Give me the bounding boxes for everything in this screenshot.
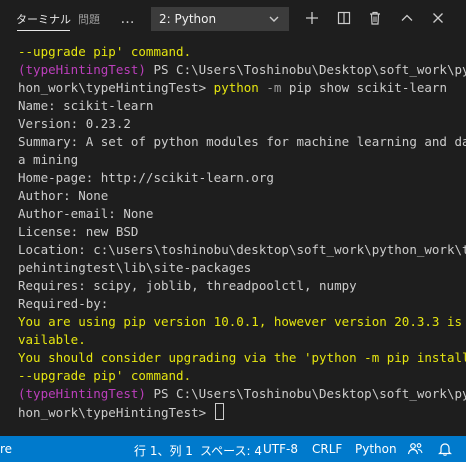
split-icon[interactable] [336, 10, 352, 26]
status-bar: re 行 1、列 1 スペース: 4 UTF-8 CRLF Python [0, 436, 466, 462]
tab-problems[interactable]: 問題 [72, 0, 106, 37]
terminal-text: --upgrade pip' command. [18, 368, 192, 383]
terminal-text: --upgrade pip' command. [18, 44, 192, 59]
terminal-text: hon_work\typeHintingTest> [18, 405, 214, 420]
tab-problems-label: 問題 [78, 12, 100, 26]
terminal-line: hon_work\typeHintingTest> [18, 403, 466, 421]
terminal-line: Author-email: None [18, 205, 466, 223]
terminal-line: pehintingtest\lib\site-packages [18, 259, 466, 277]
feedback-icon[interactable] [407, 441, 423, 457]
terminal-text: You should consider upgrading via the 'p… [18, 350, 466, 365]
terminal-line: Requires: scipy, joblib, threadpoolctl, … [18, 277, 466, 295]
chevron-down-icon [269, 16, 279, 22]
terminal-select-value: 2: Python [159, 12, 217, 26]
terminal-text: python [213, 80, 259, 95]
terminal-text: License: new BSD [18, 224, 139, 239]
terminal-text: Requires: scipy, joblib, threadpoolctl, … [18, 278, 357, 293]
chevron-up-icon[interactable] [399, 10, 415, 26]
terminal-line: --upgrade pip' command. [18, 43, 466, 61]
terminal-text: vailable. [18, 332, 86, 347]
terminal-line: Version: 0.23.2 [18, 115, 466, 133]
terminal-line: License: new BSD [18, 223, 466, 241]
terminal-text: Author: None [18, 188, 109, 203]
terminal-text: a mining [18, 152, 79, 167]
terminal-line: Author: None [18, 187, 466, 205]
status-encoding[interactable]: UTF-8 [263, 442, 298, 456]
terminal-text: (typeHintingTest) [18, 386, 146, 401]
terminal-text: pehintingtest\lib\site-packages [18, 260, 252, 275]
bell-icon[interactable] [437, 441, 453, 457]
terminal-output[interactable]: --upgrade pip' command. (typeHintingTest)… [0, 37, 466, 436]
terminal-line: (typeHintingTest) PS C:\Users\Toshinobu\… [18, 385, 466, 403]
status-eol[interactable]: CRLF [312, 442, 342, 456]
close-icon[interactable] [430, 10, 446, 26]
panel-header: ターミナル 問題 … 2: Python [0, 0, 466, 37]
status-cursor-position[interactable]: 行 1、列 1 [134, 442, 193, 459]
terminal-text: pip show scikit-learn [281, 80, 447, 95]
terminal-text: Version: 0.23.2 [18, 116, 131, 131]
terminal-text: Author-email: None [18, 206, 154, 221]
tab-terminal-label: ターミナル [16, 12, 71, 26]
terminal-line: Summary: A set of python modules for mac… [18, 133, 466, 151]
more-actions-button[interactable]: … [111, 0, 145, 37]
terminal-line: (typeHintingTest) PS C:\Users\Toshinobu\… [18, 61, 466, 79]
terminal-text: Name: scikit-learn [18, 98, 154, 113]
trash-icon[interactable] [367, 10, 383, 26]
terminal-text: Location: c:\users\toshinobu\desktop\sof… [18, 242, 466, 257]
terminal-text: You are using pip version 10.0.1, howeve… [18, 314, 466, 329]
terminal-text: Home-page: http://scikit-learn.org [18, 170, 274, 185]
terminal-text: (typeHintingTest) [18, 62, 146, 77]
more-icon: … [120, 10, 136, 27]
terminal-line: You are using pip version 10.0.1, howeve… [18, 313, 466, 331]
plus-icon[interactable] [304, 10, 320, 26]
terminal-line: Name: scikit-learn [18, 97, 466, 115]
terminal-text: -m [258, 80, 282, 95]
terminal-text: PS C:\Users\Toshinobu\Desktop\soft_work\… [145, 62, 466, 77]
terminal-line: Required-by: [18, 295, 466, 313]
terminal-text: Summary: A set of python modules for mac… [18, 134, 466, 149]
terminal-line: a mining [18, 151, 466, 169]
terminal-line: vailable. [18, 331, 466, 349]
tab-terminal[interactable]: ターミナル [10, 0, 77, 37]
terminal-line: You should consider upgrading via the 'p… [18, 349, 466, 367]
terminal-text: hon_work\typeHintingTest> [18, 80, 214, 95]
terminal-text: PS C:\Users\Toshinobu\Desktop\soft_work\… [145, 386, 466, 401]
terminal-line: Home-page: http://scikit-learn.org [18, 169, 466, 187]
terminal-select[interactable]: 2: Python [151, 7, 289, 31]
terminal-line: Location: c:\users\toshinobu\desktop\sof… [18, 241, 466, 259]
status-left-fragment[interactable]: re [0, 442, 12, 456]
terminal-cursor [214, 403, 224, 420]
status-language[interactable]: Python [355, 442, 397, 456]
terminal-line: hon_work\typeHintingTest> python -m pip … [18, 79, 466, 97]
terminal-line: --upgrade pip' command. [18, 367, 466, 385]
status-indentation[interactable]: スペース: 4 [200, 442, 262, 459]
terminal-text: Required-by: [18, 296, 109, 311]
